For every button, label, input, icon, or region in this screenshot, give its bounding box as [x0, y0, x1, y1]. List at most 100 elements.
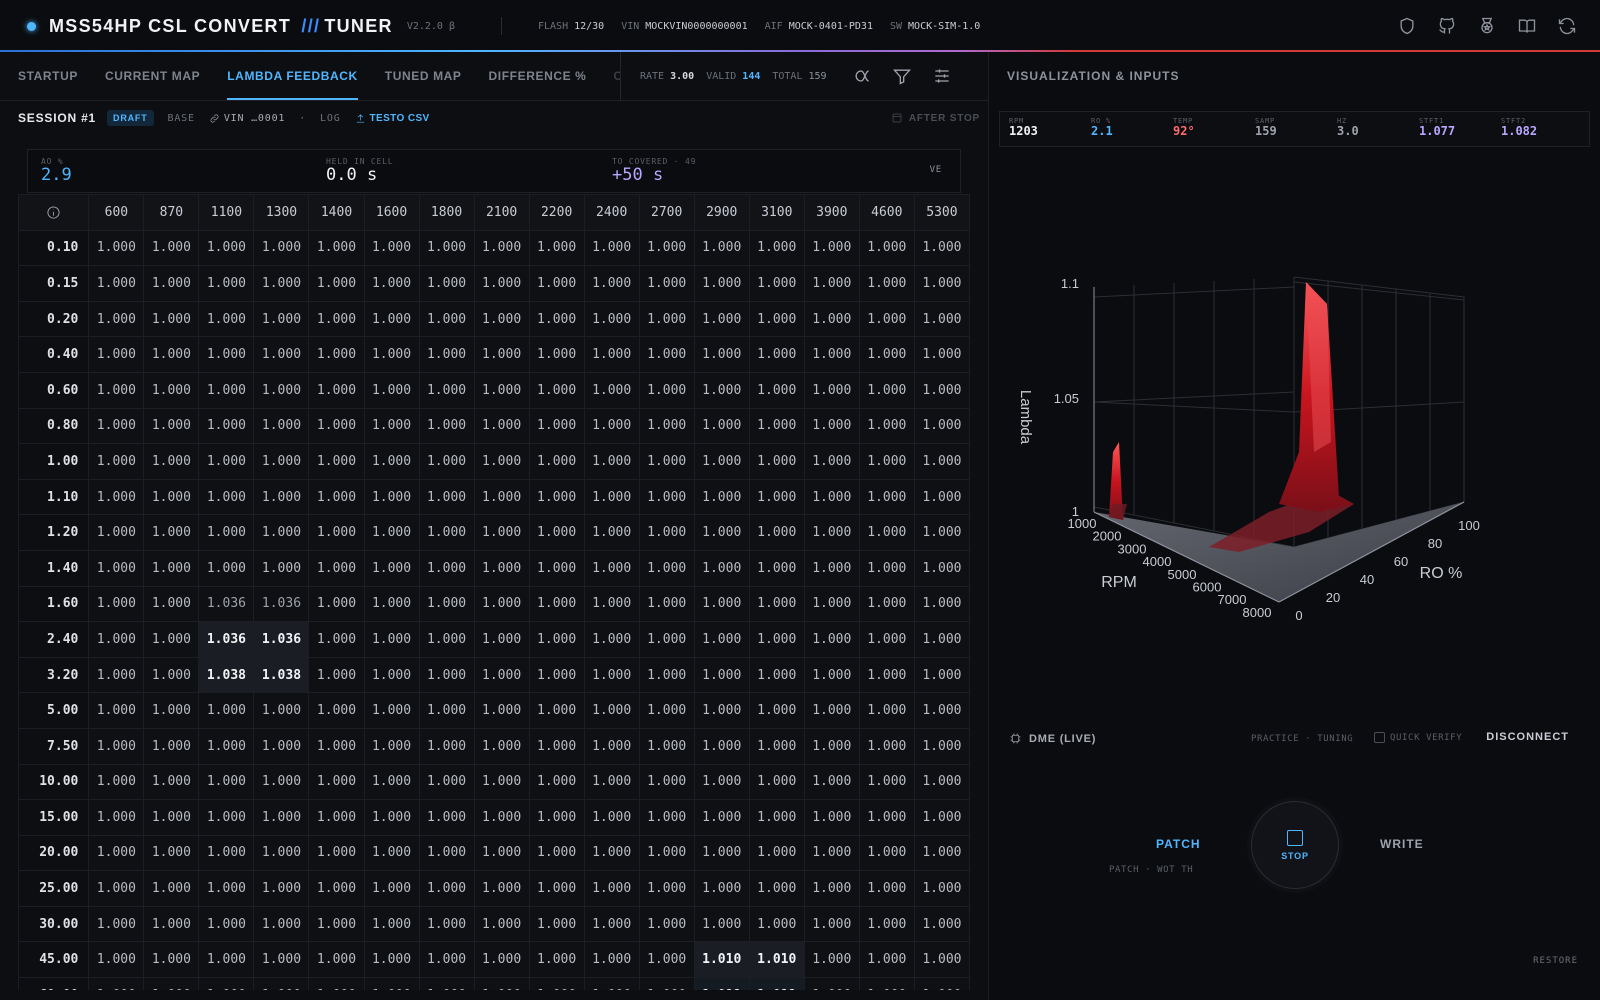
- after-stop-button[interactable]: AFTER STOP: [891, 101, 980, 135]
- grid-cell[interactable]: 1.000: [88, 763, 145, 801]
- grid-cell[interactable]: 1.000: [583, 371, 640, 409]
- grid-cell[interactable]: 1.000: [418, 336, 475, 373]
- grid-cell[interactable]: 1.000: [253, 905, 310, 943]
- tab-tuned-map[interactable]: TUNED MAP: [385, 52, 462, 100]
- grid-cell[interactable]: 1.000: [308, 265, 365, 302]
- grid-cell[interactable]: 1.000: [363, 585, 420, 623]
- grid-cell[interactable]: 1.000: [143, 905, 200, 943]
- grid-cell[interactable]: 1.000: [253, 229, 310, 267]
- grid-cell[interactable]: 1.000: [803, 265, 860, 302]
- grid-cell[interactable]: 1.000: [748, 585, 805, 623]
- grid-cell[interactable]: 1.000: [528, 549, 585, 587]
- grid-cell[interactable]: 1.000: [198, 870, 255, 907]
- grid-cell[interactable]: 1.000: [803, 977, 860, 990]
- grid-cell[interactable]: 1.000: [88, 656, 145, 694]
- grid-cell[interactable]: 1.000: [88, 799, 145, 836]
- tab-overflow[interactable]: C: [613, 52, 620, 100]
- grid-cell[interactable]: 1.000: [418, 870, 475, 907]
- grid-cell[interactable]: 1.000: [473, 229, 530, 267]
- grid-cell[interactable]: 1.000: [198, 443, 255, 480]
- grid-cell[interactable]: 1.000: [363, 656, 420, 694]
- grid-cell[interactable]: 1.000: [198, 229, 255, 267]
- grid-cell[interactable]: 1.000: [748, 870, 805, 907]
- grid-cell[interactable]: 1.000: [528, 799, 585, 836]
- grid-cell[interactable]: 1.000: [308, 300, 365, 338]
- grid-cell[interactable]: 1.000: [693, 692, 750, 729]
- grid-cell[interactable]: 1.000: [583, 763, 640, 801]
- grid-cell[interactable]: 1.000: [583, 870, 640, 907]
- grid-cell[interactable]: 1.000: [88, 371, 145, 409]
- grid-cell[interactable]: 1.000: [528, 834, 585, 872]
- grid-cell[interactable]: 1.000: [858, 905, 915, 943]
- grid-cell[interactable]: 1.000: [143, 870, 200, 907]
- grid-cell[interactable]: 1.000: [803, 443, 860, 480]
- grid-cell[interactable]: 1.000: [253, 870, 310, 907]
- grid-cell[interactable]: 1.011: [748, 977, 805, 990]
- grid-cell[interactable]: 1.000: [638, 514, 695, 551]
- grid-cell[interactable]: 1.000: [198, 407, 255, 445]
- alpha-icon[interactable]: [852, 66, 872, 91]
- grid-cell[interactable]: 1.000: [858, 478, 915, 516]
- grid-cell[interactable]: 1.000: [638, 585, 695, 623]
- grid-cell[interactable]: 1.000: [748, 727, 805, 765]
- grid-cell[interactable]: 1.000: [308, 799, 365, 836]
- grid-cell[interactable]: 1.000: [748, 763, 805, 801]
- grid-cell[interactable]: 1.000: [913, 443, 970, 480]
- grid-cell[interactable]: 1.000: [913, 870, 970, 907]
- quick-verify-checkbox[interactable]: QUICK VERIFY: [1374, 732, 1462, 743]
- grid-cell[interactable]: 1.000: [198, 692, 255, 729]
- grid-cell[interactable]: 1.000: [418, 941, 475, 979]
- grid-cell[interactable]: 1.000: [913, 834, 970, 872]
- grid-cell[interactable]: 1.036: [198, 621, 255, 658]
- grid-cell[interactable]: 1.000: [858, 265, 915, 302]
- grid-cell[interactable]: 1.000: [583, 549, 640, 587]
- grid-cell[interactable]: 1.000: [583, 407, 640, 445]
- grid-cell[interactable]: 1.000: [198, 977, 255, 990]
- grid-cell[interactable]: 1.000: [473, 478, 530, 516]
- grid-cell[interactable]: 1.000: [748, 265, 805, 302]
- grid-cell[interactable]: 1.038: [253, 656, 310, 694]
- grid-cell[interactable]: 1.000: [583, 905, 640, 943]
- grid-cell[interactable]: 1.036: [253, 585, 310, 623]
- grid-cell[interactable]: 1.000: [143, 229, 200, 267]
- award-icon[interactable]: [1474, 13, 1500, 39]
- grid-cell[interactable]: 1.000: [858, 407, 915, 445]
- grid-cell[interactable]: 1.000: [88, 941, 145, 979]
- grid-cell[interactable]: 1.000: [748, 905, 805, 943]
- grid-cell[interactable]: 1.000: [638, 692, 695, 729]
- grid-cell[interactable]: 1.000: [198, 478, 255, 516]
- grid-cell[interactable]: 1.000: [418, 300, 475, 338]
- testo-csv-button[interactable]: TESTO CSV: [355, 113, 430, 124]
- github-icon[interactable]: [1434, 13, 1460, 39]
- grid-cell[interactable]: 1.000: [253, 799, 310, 836]
- grid-cell[interactable]: 1.000: [363, 870, 420, 907]
- grid-cell[interactable]: 1.000: [528, 905, 585, 943]
- grid-cell[interactable]: 1.000: [143, 799, 200, 836]
- grid-cell[interactable]: 1.000: [418, 656, 475, 694]
- grid-cell[interactable]: 1.000: [693, 514, 750, 551]
- grid-cell[interactable]: 1.000: [143, 265, 200, 302]
- grid-cell[interactable]: 1.000: [363, 336, 420, 373]
- grid-cell[interactable]: 1.000: [693, 229, 750, 267]
- grid-cell[interactable]: 1.000: [88, 692, 145, 729]
- grid-cell[interactable]: 1.000: [198, 834, 255, 872]
- grid-cell[interactable]: 1.000: [473, 336, 530, 373]
- grid-cell[interactable]: 1.000: [88, 336, 145, 373]
- grid-cell[interactable]: 1.000: [638, 977, 695, 990]
- grid-cell[interactable]: 1.000: [308, 656, 365, 694]
- grid-cell[interactable]: 1.000: [143, 834, 200, 872]
- grid-cell[interactable]: 1.000: [308, 727, 365, 765]
- grid-cell[interactable]: 1.000: [473, 834, 530, 872]
- grid-cell[interactable]: 1.000: [803, 870, 860, 907]
- grid-cell[interactable]: 1.000: [693, 656, 750, 694]
- grid-cell[interactable]: 1.000: [583, 941, 640, 979]
- grid-cell[interactable]: 1.000: [143, 727, 200, 765]
- grid-cell[interactable]: 1.000: [198, 549, 255, 587]
- grid-cell[interactable]: 1.000: [693, 265, 750, 302]
- grid-cell[interactable]: 1.000: [363, 443, 420, 480]
- grid-cell[interactable]: 1.000: [143, 514, 200, 551]
- grid-cell[interactable]: 1.000: [638, 549, 695, 587]
- grid-cell[interactable]: 1.000: [638, 336, 695, 373]
- grid-cell[interactable]: 1.000: [858, 585, 915, 623]
- grid-cell[interactable]: 1.000: [528, 656, 585, 694]
